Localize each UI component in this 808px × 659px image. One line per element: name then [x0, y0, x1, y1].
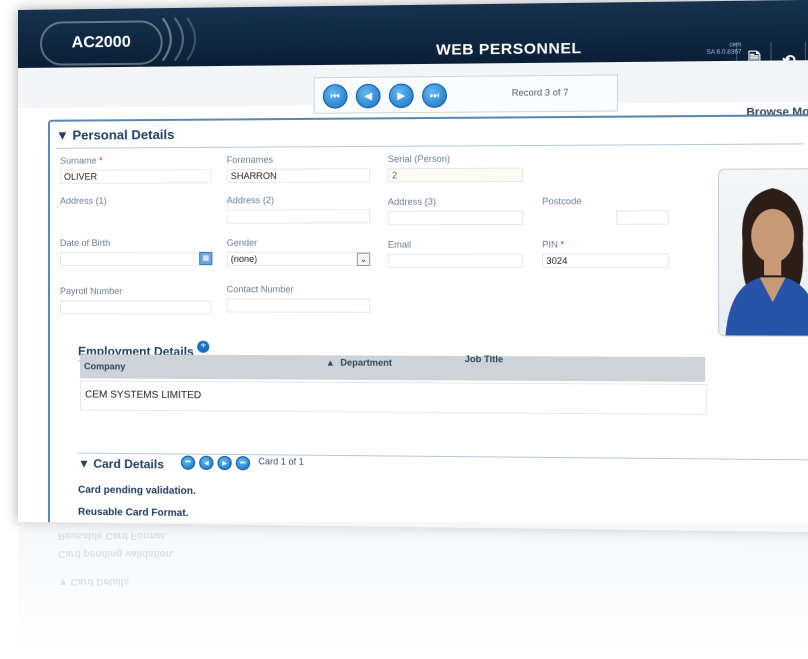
postcode-field[interactable] [616, 210, 669, 225]
first-card-button[interactable]: ⏮ [181, 456, 195, 470]
details-panel: ▼ Personal Details Surname * OLIVER Fore… [48, 114, 808, 532]
address3-field[interactable] [388, 211, 523, 226]
employment-grid-header: Company ▴ Department Job Title [80, 354, 705, 382]
dob-field[interactable] [60, 252, 211, 266]
reflection-text: Reusable Card Format. [58, 530, 167, 541]
person-photo [718, 168, 808, 337]
serial-field: 2 [388, 168, 523, 183]
table-row[interactable]: CEM SYSTEMS LIMITED [80, 380, 707, 415]
previous-card-button[interactable]: ◀ [199, 456, 213, 470]
reflection-text: Card pending validation. [58, 548, 175, 559]
section-divider [56, 143, 804, 148]
logo-rings-icon [159, 16, 220, 63]
add-employment-icon[interactable]: + [197, 341, 209, 353]
last-icon: ⏭ [430, 90, 439, 101]
column-job-title[interactable]: Job Title [465, 354, 503, 364]
title-bar: AC2000 WEB PERSONNEL cem SA 6.0.8367 🗎 ⟲… [18, 0, 808, 68]
company-cell: CEM SYSTEMS LIMITED [85, 389, 201, 401]
pin-label-text: PIN [542, 239, 558, 249]
card-details-heading[interactable]: ▼ Card Details [78, 457, 164, 472]
card-counter: Card 1 of 1 [258, 456, 304, 467]
previous-icon: ◀ [364, 90, 372, 101]
chevron-down-icon[interactable]: ⌄ [357, 253, 370, 266]
sort-asc-icon: ▴ [328, 357, 333, 368]
first-record-button[interactable]: ⏮ [323, 84, 348, 109]
address2-label: Address (2) [227, 195, 275, 205]
forenames-label: Forenames [227, 155, 273, 165]
payroll-label: Payroll Number [60, 286, 122, 296]
contact-field[interactable] [227, 298, 371, 312]
personal-details-heading[interactable]: ▼ Personal Details [56, 127, 174, 143]
last-record-button[interactable]: ⏭ [422, 83, 447, 108]
app-title: WEB PERSONNEL [353, 39, 667, 60]
payroll-field[interactable] [60, 300, 211, 314]
next-record-button[interactable]: ▶ [389, 83, 414, 108]
app-window: AC2000 WEB PERSONNEL cem SA 6.0.8367 🗎 ⟲… [18, 0, 808, 532]
calendar-icon[interactable]: ▦ [199, 252, 212, 265]
gender-label: Gender [227, 238, 258, 248]
pin-label: PIN * [542, 239, 564, 249]
column-company[interactable]: Company [84, 361, 125, 371]
required-marker: * [99, 156, 103, 166]
surname-field[interactable]: OLIVER [60, 169, 211, 184]
dob-label: Date of Birth [60, 238, 110, 248]
app-logo: AC2000 [40, 20, 163, 66]
first-icon: ⏮ [185, 459, 190, 466]
email-label: Email [388, 239, 411, 249]
previous-icon: ◀ [204, 459, 209, 466]
address1-field[interactable] [60, 209, 211, 223]
contact-label: Contact Number [227, 284, 294, 294]
address2-field[interactable] [227, 209, 371, 224]
email-field[interactable] [388, 254, 523, 268]
card-status: Card pending validation. [78, 485, 196, 497]
forenames-field[interactable]: SHARRON [227, 168, 371, 183]
postcode-label: Postcode [542, 196, 582, 206]
reflection-text: ▼ Card Details [58, 576, 129, 587]
first-icon: ⏮ [331, 91, 340, 102]
surname-label-text: Surname [60, 156, 97, 166]
gender-select[interactable]: (none) [227, 252, 371, 266]
last-icon: ⏭ [240, 460, 246, 467]
required-marker: * [561, 239, 565, 249]
person-portrait-icon [719, 169, 808, 335]
previous-record-button[interactable]: ◀ [356, 84, 381, 109]
window-reflection: Reusable Card Format. Card pending valid… [18, 522, 808, 659]
surname-label: Surname * [60, 156, 103, 166]
serial-label: Serial (Person) [388, 154, 450, 165]
address3-label: Address (3) [388, 197, 436, 207]
next-card-button[interactable]: ▶ [217, 456, 231, 470]
column-department[interactable]: Department [340, 357, 392, 367]
last-card-button[interactable]: ⏭ [236, 456, 250, 470]
address1-label: Address (1) [60, 196, 107, 206]
card-format: Reusable Card Format. [78, 507, 188, 519]
record-navigator: ⏮ ◀ ▶ ⏭ Record 3 of 7 [314, 74, 618, 113]
record-counter: Record 3 of 7 [512, 87, 569, 98]
next-icon: ▶ [397, 90, 405, 101]
next-icon: ▶ [222, 459, 227, 466]
pin-field[interactable]: 3024 [542, 254, 669, 268]
